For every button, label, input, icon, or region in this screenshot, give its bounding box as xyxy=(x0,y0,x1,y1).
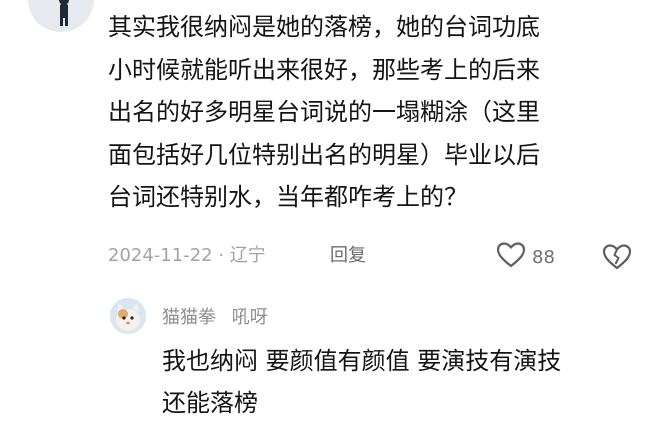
comment-line: 出名的好多明星台词说的一塌糊涂（这里 xyxy=(108,98,540,126)
broken-heart-icon xyxy=(602,244,632,275)
reply-line: 还能落榜 xyxy=(162,389,258,417)
reply-button[interactable]: 回复 xyxy=(330,241,366,271)
meta-separator: · xyxy=(218,245,225,266)
reply-user-tag: 吼呀 xyxy=(231,307,268,328)
dislike-button[interactable] xyxy=(602,243,632,275)
heart-outline-icon xyxy=(496,241,526,273)
like-button[interactable]: 88 xyxy=(496,242,555,272)
reply-line: 我也纳闷 要颜值有颜值 要演技有演技 xyxy=(162,347,562,375)
reply-body: 我也纳闷 要颜值有颜值 要演技有演技 还能落榜 xyxy=(162,340,632,424)
comment-line: 面包括好几位特别出名的明星）毕业以后 xyxy=(108,140,540,169)
commenter-avatar[interactable] xyxy=(28,0,94,32)
comment-date-location: 2024-11-22 · 辽宁 xyxy=(108,241,266,271)
like-count: 88 xyxy=(532,246,555,268)
comment-line: 小时候就能听出来很好，那些考上的后来 xyxy=(108,55,540,84)
comment-date: 2024-11-22 xyxy=(108,245,213,266)
comment-meta: 2024-11-22 · 辽宁 回复 xyxy=(108,241,644,271)
comment-location: 辽宁 xyxy=(229,245,266,266)
reply-username[interactable]: 猫猫拳 xyxy=(162,307,216,328)
comment-line: 台词还特别水，当年都咋考上的？ xyxy=(108,183,468,211)
comment-line: 其实我很纳闷是她的落榜，她的台词功底 xyxy=(108,13,540,41)
reply-header: 猫猫拳 吼呀 xyxy=(162,304,268,332)
reply-user-avatar[interactable] xyxy=(110,298,146,334)
comment-body: 其实我很纳闷是她的落榜，她的台词功底 小时候就能听出来很好，那些考上的后来 出名… xyxy=(108,6,644,219)
